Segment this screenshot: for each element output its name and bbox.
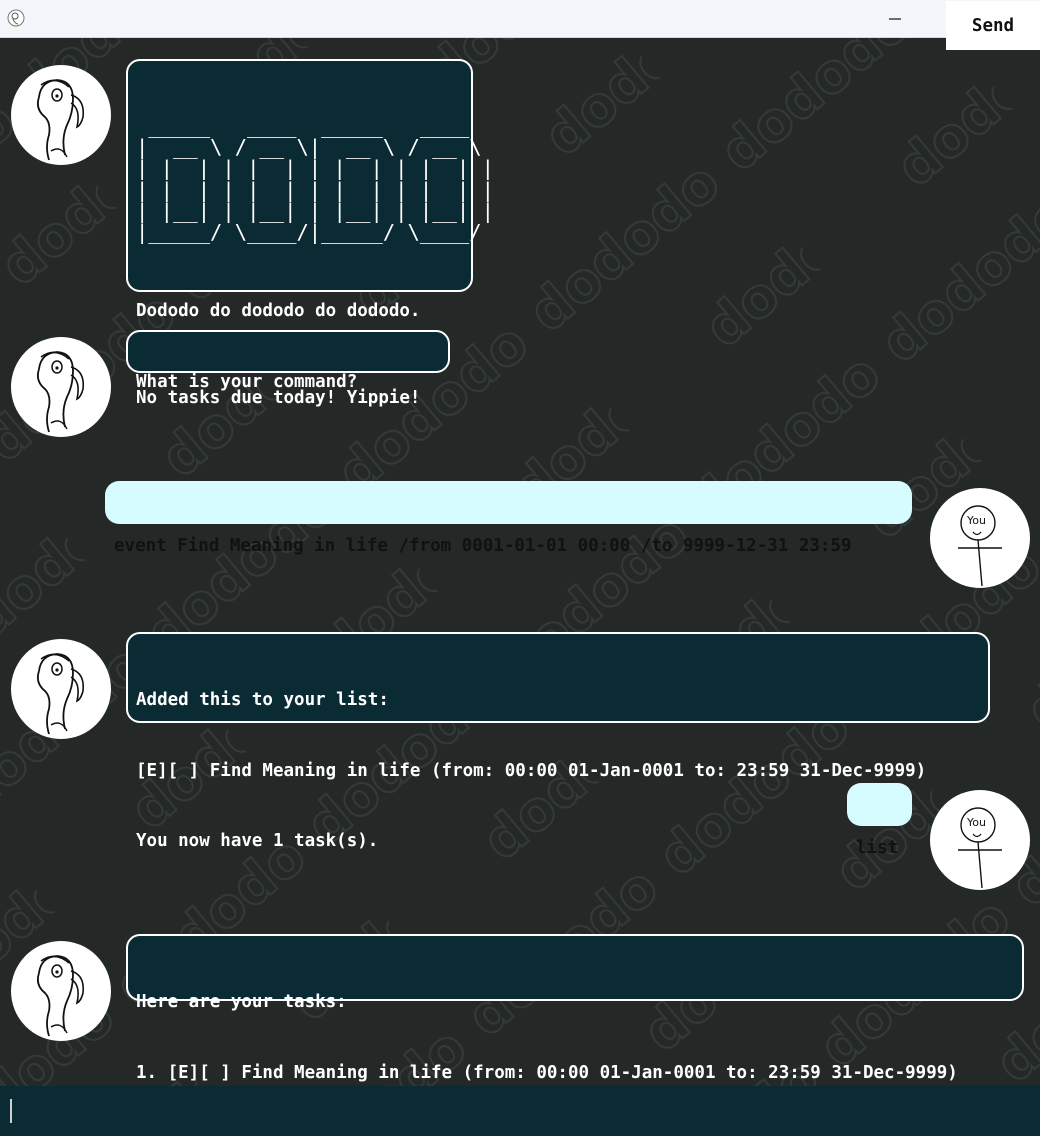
message-line: You now have 1 task(s). [136, 831, 379, 851]
dodo-bird-icon [36, 955, 85, 1037]
duke-message-task-list: Here are your tasks: 1. [E][ ] Find Mean… [126, 934, 1024, 1083]
duke-message-added: Added this to your list: [E][ ] Find Mea… [126, 632, 990, 851]
svg-text:You: You [966, 514, 986, 527]
message-line: Added this to your list: [136, 690, 389, 710]
user-message-event: event Find Meaning in life /from 0001-01… [105, 481, 912, 556]
duke-avatar [11, 941, 111, 1041]
message-line: 1. [E][ ] Find Meaning in life (from: 00… [136, 1062, 958, 1083]
text-caret [10, 1099, 12, 1123]
minimize-button[interactable] [866, 0, 924, 38]
send-button[interactable]: Send [946, 1, 1040, 50]
message-line: list [856, 838, 899, 858]
command-input[interactable] [0, 1086, 946, 1136]
user-message-list: list [847, 783, 912, 858]
svg-text:You: You [966, 816, 986, 829]
duke-avatar [11, 337, 111, 437]
user-avatar: You [930, 790, 1030, 890]
duke-avatar [11, 65, 111, 165]
dodo-ascii-logo: _____ ____ _____ ____ | __ \ / __ \| __ … [136, 114, 494, 245]
stick-figure-icon: You [958, 807, 1002, 889]
message-line: Dododo do dododo do dododo. [136, 301, 421, 322]
chat-area[interactable]: dododo dododo _____ ____ _____ ____ | __… [0, 38, 1040, 1086]
input-bar [0, 1086, 1040, 1136]
duke-avatar [11, 639, 111, 739]
app-window: dododo dododo _____ ____ _____ ____ | __… [0, 0, 1040, 1136]
duke-message-welcome: _____ ____ _____ ____ | __ \ / __ \| __ … [126, 59, 494, 392]
dodo-bird-icon [36, 79, 85, 161]
minimize-icon [889, 18, 901, 20]
message-line: event Find Meaning in life /from 0001-01… [114, 536, 852, 556]
user-avatar: You [930, 488, 1030, 588]
message-line: [E][ ] Find Meaning in life (from: 00:00… [136, 760, 927, 781]
message-line: No tasks due today! Yippie! [136, 388, 421, 408]
stick-figure-icon: You [958, 505, 1002, 587]
message-line: Here are your tasks: [136, 992, 347, 1012]
app-icon [7, 9, 25, 27]
duke-message-no-tasks: No tasks due today! Yippie! [126, 330, 450, 408]
dodo-bird-icon [36, 351, 85, 433]
title-bar [0, 0, 1040, 38]
dodo-bird-icon [36, 653, 85, 735]
